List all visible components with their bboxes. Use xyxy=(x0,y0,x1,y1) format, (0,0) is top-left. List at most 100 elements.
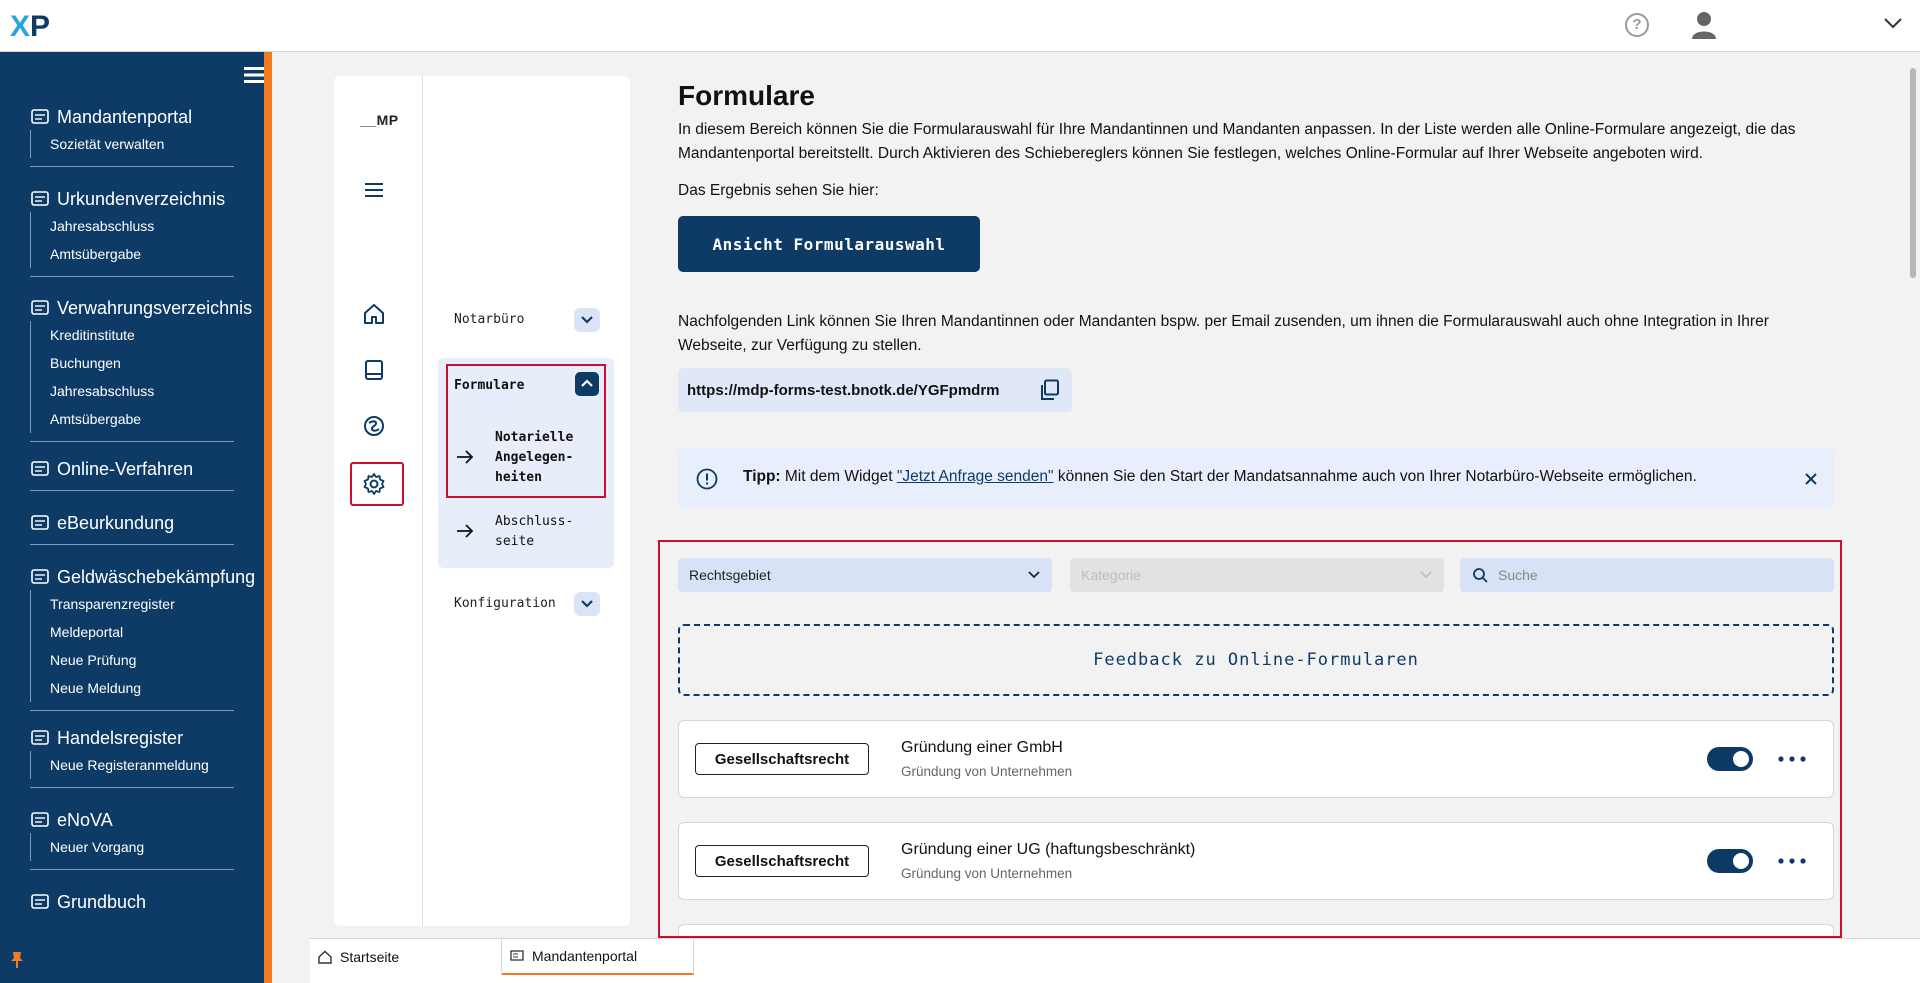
nav-divider xyxy=(30,544,234,545)
rechtsgebiet-select[interactable]: Rechtsgebiet xyxy=(678,558,1052,592)
rail-divider xyxy=(422,76,423,926)
top-bar: X P ? xyxy=(0,0,1920,52)
form-toggle[interactable] xyxy=(1707,747,1753,771)
tab-mandantenportal[interactable]: Mandantenportal xyxy=(502,939,694,975)
toggle-knob xyxy=(1733,751,1749,767)
nav-head-7[interactable]: eNoVA xyxy=(30,807,234,833)
user-icon[interactable] xyxy=(1691,11,1717,39)
video-icon xyxy=(31,461,49,476)
notarbuero-chevron-down-icon[interactable] xyxy=(574,308,600,332)
nav-head-6[interactable]: Handelsregister xyxy=(30,725,234,751)
gear-icon[interactable] xyxy=(362,472,386,496)
nav-item[interactable]: Sozietät verwalten xyxy=(30,130,234,158)
chevron-down-icon[interactable] xyxy=(1883,16,1903,30)
nav-divider xyxy=(30,710,234,711)
nav-item[interactable]: Neue Prüfung xyxy=(30,646,234,674)
kategorie-select[interactable]: Kategorie xyxy=(1070,558,1444,592)
nav-section-3: Online-Verfahren xyxy=(30,456,234,491)
nav-item[interactable]: Amtsübergabe xyxy=(30,405,234,433)
nav-section-0: Mandantenportal Sozietät verwalten xyxy=(30,104,234,167)
nav-item[interactable]: Neue Meldung xyxy=(30,674,234,702)
menu-konfiguration[interactable]: Konfiguration xyxy=(454,596,556,611)
page-title: Formulare xyxy=(678,80,815,111)
home-icon xyxy=(318,950,332,964)
form-title: Gründung einer UG (haftungsbeschränkt) xyxy=(901,841,1196,858)
nav-head-1[interactable]: Urkundenverzeichnis xyxy=(30,186,234,212)
more-options-icon[interactable] xyxy=(1777,755,1807,763)
nav-item[interactable]: Neuer Vorgang xyxy=(30,833,234,861)
svg-text:P: P xyxy=(30,10,50,42)
search-icon xyxy=(1473,568,1488,583)
url-box: https://mdp-forms-test.bnotk.de/YGFpmdrm xyxy=(678,368,1072,412)
feedback-button[interactable]: Feedback zu Online-Formularen xyxy=(678,624,1834,696)
left-navigation: Mandantenportal Sozietät verwalten Urkunde… xyxy=(0,52,272,983)
submenu-notarielle-angelegenheiten[interactable]: Notarielle Angelegen- heiten xyxy=(495,428,573,488)
menu-formulare[interactable]: Formulare xyxy=(454,378,524,393)
signature-icon xyxy=(31,515,49,530)
grundbuch-icon xyxy=(31,894,49,909)
nav-head-0[interactable]: Mandantenportal xyxy=(30,104,234,130)
nav-item[interactable]: Jahresabschluss xyxy=(30,212,234,240)
nav-item[interactable]: Buchungen xyxy=(30,349,234,377)
nav-section-2: Verwahrungsverzeichnis Kreditinstitute Buc… xyxy=(30,295,252,442)
widget-link[interactable]: "Jetzt Anfrage senden" xyxy=(897,468,1054,485)
tab-bar: Startseite Mandantenportal xyxy=(310,938,1920,983)
help-icon[interactable]: ? xyxy=(1625,13,1649,37)
page-scrollbar[interactable] xyxy=(1906,52,1920,938)
nav-item[interactable]: Transparenzregister xyxy=(30,590,234,618)
portal-menu-card: __MP Notarbüro Formulare Notarielle Ange… xyxy=(334,76,630,926)
scrollbar-thumb[interactable] xyxy=(1910,68,1916,278)
form-row-partial xyxy=(678,924,1834,936)
ai-icon[interactable] xyxy=(362,414,386,438)
formulare-chevron-up-icon[interactable] xyxy=(575,372,599,396)
nav-divider xyxy=(30,490,234,491)
category-badge: Gesellschaftsrecht xyxy=(695,845,869,877)
pin-icon[interactable] xyxy=(10,951,24,969)
nav-head-3[interactable]: Online-Verfahren xyxy=(30,456,234,482)
svg-text:X: X xyxy=(10,10,30,42)
form-subtitle: Gründung von Unternehmen xyxy=(901,764,1073,779)
home-icon[interactable] xyxy=(362,302,386,326)
intro-text: In diesem Bereich können Sie die Formula… xyxy=(678,121,1796,162)
nav-item[interactable]: Kreditinstitute xyxy=(30,321,234,349)
nav-head-8[interactable]: Grundbuch xyxy=(30,889,234,915)
mp-logo: __MP xyxy=(360,112,399,128)
portal-icon xyxy=(510,950,524,961)
menu-icon[interactable] xyxy=(244,66,264,84)
search-input[interactable]: Suche xyxy=(1460,558,1834,592)
more-options-icon[interactable] xyxy=(1777,857,1807,865)
form-row: Gesellschaftsrecht Gründung einer GmbH Grü… xyxy=(678,720,1834,798)
book-icon[interactable] xyxy=(362,358,386,382)
tip-banner: Tipp: Mit dem Widget "Jetzt Anfrage send… xyxy=(678,448,1834,508)
info-icon xyxy=(696,468,718,490)
enova-icon xyxy=(31,812,49,827)
nav-item[interactable]: Neue Registeranmeldung xyxy=(30,751,234,779)
bank-icon xyxy=(31,300,49,315)
chevron-down-icon xyxy=(1420,571,1432,579)
view-form-selection-button[interactable]: Ansicht Formularauswahl xyxy=(678,216,980,272)
submenu-abschlussseite[interactable]: Abschluss- seite xyxy=(495,512,573,552)
nav-scrollbar[interactable] xyxy=(264,100,269,480)
konfiguration-chevron-down-icon[interactable] xyxy=(574,592,600,616)
tip-text: Tipp: Mit dem Widget "Jetzt Anfrage send… xyxy=(743,468,1697,485)
form-title: Gründung einer GmbH xyxy=(901,739,1063,756)
document-icon xyxy=(31,191,49,206)
menu-icon[interactable] xyxy=(362,178,386,202)
nav-item[interactable]: Meldeportal xyxy=(30,618,234,646)
form-url[interactable]: https://mdp-forms-test.bnotk.de/YGFpmdrm xyxy=(687,382,1000,399)
form-toggle[interactable] xyxy=(1707,849,1753,873)
nav-head-2[interactable]: Verwahrungsverzeichnis xyxy=(30,295,252,321)
tab-startseite[interactable]: Startseite xyxy=(310,939,502,975)
result-label: Das Ergebnis sehen Sie hier: xyxy=(678,182,879,199)
xp-logo[interactable]: X P xyxy=(10,8,62,42)
nav-head-5[interactable]: Geldwäschebekämpfung xyxy=(30,564,255,590)
nav-item[interactable]: Jahresabschluss xyxy=(30,377,234,405)
nav-divider xyxy=(30,441,234,442)
toggle-knob xyxy=(1733,853,1749,869)
register-icon xyxy=(31,730,49,745)
close-icon[interactable] xyxy=(1804,472,1818,486)
nav-head-4[interactable]: eBeurkundung xyxy=(30,510,234,536)
nav-item[interactable]: Amtsübergabe xyxy=(30,240,234,268)
menu-notarbuero[interactable]: Notarbüro xyxy=(454,312,524,327)
copy-icon[interactable] xyxy=(1038,379,1060,401)
